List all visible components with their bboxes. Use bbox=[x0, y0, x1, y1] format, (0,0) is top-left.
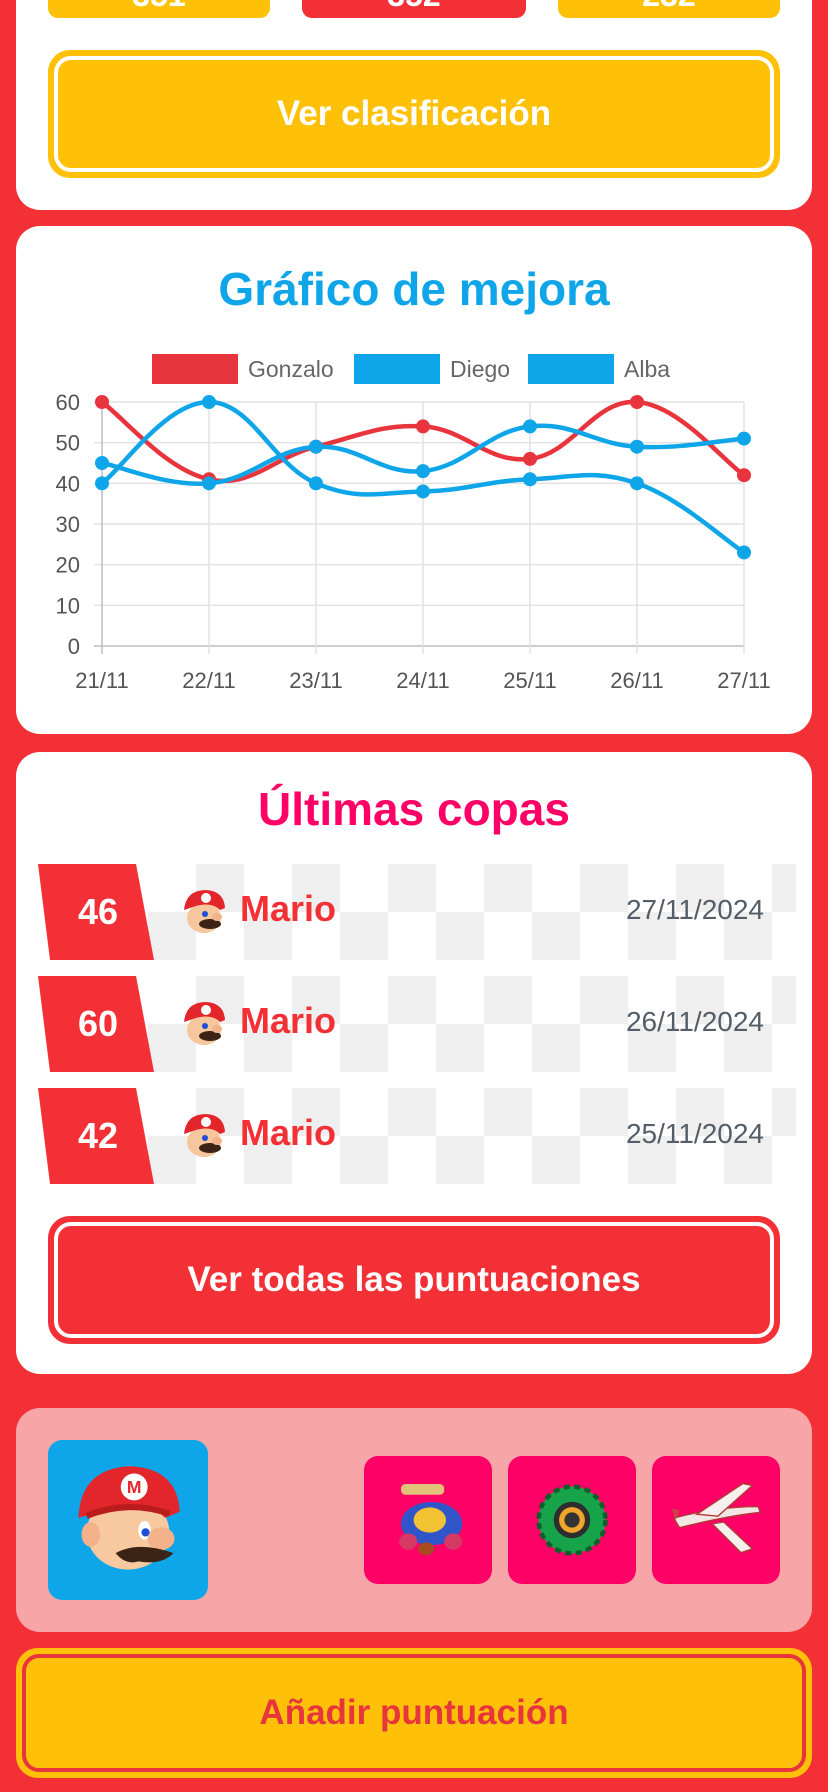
legend-label: Alba bbox=[624, 356, 670, 382]
mario-character-icon: M bbox=[78, 1466, 180, 1570]
player-name: Mario bbox=[240, 1112, 337, 1153]
ranking-card: 351 352 232 Ver clasificación bbox=[16, 0, 812, 210]
cups-title: Últimas copas bbox=[258, 783, 570, 835]
y-tick-label: 0 bbox=[68, 634, 80, 659]
latest-cups-card: Últimas copas 46 Mario 27/11/2024 60 Mar… bbox=[16, 752, 812, 1374]
score-badge: 42 bbox=[38, 1088, 154, 1184]
player-name: Mario bbox=[240, 1000, 337, 1041]
glider-slot[interactable] bbox=[652, 1456, 780, 1584]
improvement-chart: 0 10 20 30 40 50 60 21/11 22/11 23/11 24/11 25/11 26… bbox=[56, 354, 771, 693]
character-slot[interactable]: M bbox=[48, 1440, 208, 1600]
y-tick-label: 10 bbox=[56, 593, 80, 618]
loadout-panel: M bbox=[16, 1408, 812, 1632]
data-point bbox=[309, 476, 323, 491]
legend-label: Gonzalo bbox=[248, 356, 334, 382]
kart-body-icon bbox=[399, 1484, 463, 1556]
x-tick-label: 27/11 bbox=[717, 668, 770, 693]
cup-date: 25/11/2024 bbox=[625, 1118, 764, 1149]
top-score-1: 351 bbox=[48, 0, 270, 18]
y-tick-label: 50 bbox=[56, 431, 80, 456]
legend-swatch bbox=[354, 354, 440, 384]
x-tick-label: 22/11 bbox=[182, 668, 235, 693]
data-point bbox=[630, 395, 644, 409]
data-point bbox=[309, 439, 323, 454]
cup-date: 27/11/2024 bbox=[625, 894, 764, 925]
y-tick-label: 20 bbox=[56, 553, 80, 578]
data-point bbox=[202, 395, 216, 409]
legend-label: Diego bbox=[450, 356, 510, 382]
x-tick-label: 21/11 bbox=[75, 668, 128, 693]
data-point bbox=[737, 545, 751, 560]
mario-head-icon bbox=[184, 1002, 225, 1045]
data-point bbox=[737, 431, 751, 446]
data-point bbox=[202, 476, 216, 491]
view-all-scores-button[interactable]: Ver todas las puntuaciones bbox=[48, 1216, 780, 1344]
x-tick-label: 25/11 bbox=[503, 668, 556, 693]
view-ranking-button[interactable]: Ver clasificación bbox=[48, 50, 780, 178]
score-badge: 60 bbox=[38, 976, 154, 1072]
green-wheel-icon bbox=[536, 1484, 608, 1556]
x-tick-label: 23/11 bbox=[289, 668, 342, 693]
data-point bbox=[416, 419, 430, 434]
x-tick-label: 24/11 bbox=[396, 668, 449, 693]
top-score-3: 232 bbox=[558, 0, 780, 18]
y-tick-label: 60 bbox=[56, 390, 80, 415]
mario-head-icon bbox=[184, 1114, 225, 1157]
score-badge: 46 bbox=[38, 864, 154, 960]
cup-row[interactable]: 42 Mario 25/11/2024 bbox=[38, 1088, 796, 1184]
svg-text:M: M bbox=[127, 1477, 142, 1497]
data-point bbox=[630, 476, 644, 491]
y-tick-label: 30 bbox=[56, 512, 80, 537]
kart-body-slot[interactable] bbox=[364, 1456, 492, 1584]
wheel-slot[interactable] bbox=[508, 1456, 636, 1584]
data-point bbox=[95, 476, 109, 491]
data-point bbox=[416, 484, 430, 499]
data-point bbox=[416, 464, 430, 479]
data-point bbox=[95, 456, 109, 470]
add-score-button[interactable]: Añadir puntuación bbox=[16, 1648, 812, 1778]
cup-row[interactable]: 46 Mario 27/11/2024 bbox=[38, 864, 796, 960]
glider-icon bbox=[671, 1482, 762, 1554]
legend-swatch bbox=[152, 354, 238, 384]
mario-head-icon bbox=[184, 890, 225, 933]
improvement-chart-card: Gráfico de mejora 0 10 20 30 40 50 60 21/11 22/1… bbox=[16, 226, 812, 734]
cup-date: 26/11/2024 bbox=[625, 1006, 764, 1037]
cup-row[interactable]: 60 Mario 26/11/2024 bbox=[38, 976, 796, 1072]
data-point bbox=[523, 472, 537, 487]
x-tick-label: 26/11 bbox=[610, 668, 663, 693]
data-point bbox=[630, 439, 644, 454]
data-point bbox=[523, 419, 537, 434]
data-point bbox=[523, 451, 537, 466]
player-name: Mario bbox=[240, 888, 337, 929]
top-score-2: 352 bbox=[302, 0, 526, 18]
y-tick-label: 40 bbox=[56, 471, 80, 496]
data-point bbox=[95, 395, 109, 409]
legend-swatch bbox=[528, 354, 614, 384]
data-point bbox=[737, 468, 751, 483]
